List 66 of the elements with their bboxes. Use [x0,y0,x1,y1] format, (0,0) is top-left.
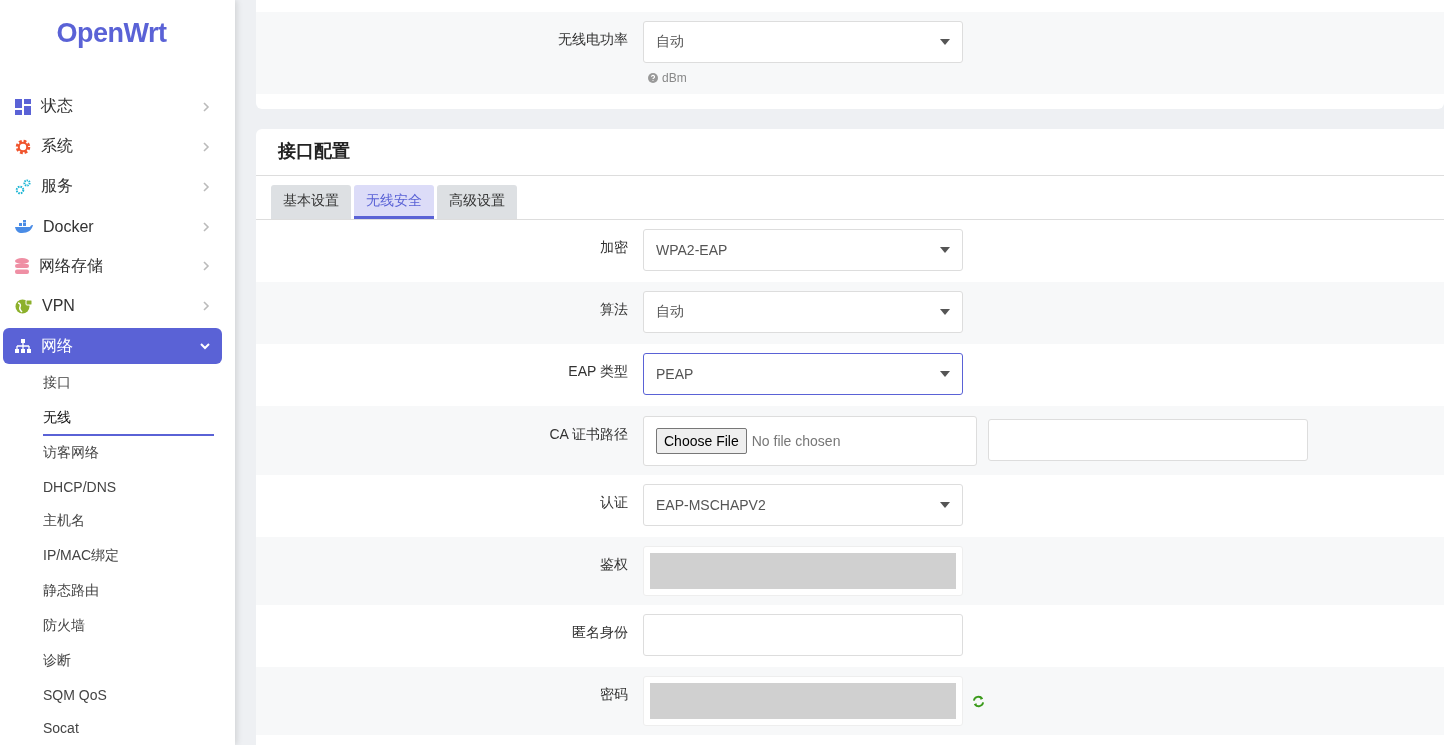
sidebar-item[interactable]: 系统 [3,128,222,165]
password-field[interactable] [643,676,963,726]
dashboard-icon [15,98,31,115]
submenu-item[interactable]: 访客网络 [43,436,214,471]
submenu-item[interactable]: 主机名 [43,504,214,539]
help-icon [648,73,658,83]
globe-lock-icon [15,298,32,315]
caret-icon [940,309,950,315]
field-label: 加密 [599,238,629,257]
submenu-item[interactable]: DHCP/DNS [43,471,214,504]
tab[interactable]: 无线安全 [354,185,434,219]
chevron-down-icon [200,342,210,351]
chevron-right-icon [202,261,210,272]
chevron-right-icon [202,221,210,232]
sidebar-item[interactable]: 网络存储 [3,248,222,285]
choose-file-button[interactable]: Choose File [656,428,747,454]
refresh-icon[interactable] [972,695,985,708]
sidebar-item[interactable]: VPN [3,288,222,325]
tab[interactable]: 高级设置 [437,185,517,219]
select-field[interactable]: 自动 [643,21,963,63]
sidebar-item[interactable]: 状态 [3,89,222,125]
input-field[interactable] [643,546,963,596]
sidebar-item[interactable]: Docker [3,208,222,245]
select-field[interactable]: PEAP [643,353,963,395]
field-label: 无线电功率 [557,30,629,49]
field-label: 鉴权 [599,555,629,574]
file-field[interactable]: Choose File No file chosen [643,416,977,466]
input-field[interactable] [643,614,963,656]
submenu-item[interactable]: 静态路由 [43,574,214,609]
whale-icon [15,219,33,234]
file-status: No file chosen [751,433,841,449]
gears-icon [15,178,31,195]
sidebar-item[interactable]: 网络 [3,328,222,364]
field-label: 密码 [599,685,629,704]
caret-icon [940,371,950,377]
tab[interactable]: 基本设置 [271,185,351,219]
chevron-right-icon [202,301,210,312]
submenu-item[interactable]: SQM QoS [43,679,214,712]
select-field[interactable]: WPA2-EAP [643,229,963,271]
field-label: EAP 类型 [567,362,629,381]
caret-icon [940,39,950,45]
submenu-item[interactable]: IP/MAC绑定 [43,539,214,574]
field-label: 匿名身份 [571,623,629,642]
database-icon [15,258,29,275]
logo[interactable]: OpenWrt [56,18,167,49]
submenu-item[interactable]: 接口 [43,366,214,401]
caret-icon [940,247,950,253]
submenu-item[interactable]: 诊断 [43,644,214,679]
sidebar-item[interactable]: 服务 [3,168,222,205]
gear-icon [15,138,31,155]
field-label: CA 证书路径 [548,425,629,444]
caret-icon [940,502,950,508]
input-field[interactable] [988,419,1308,461]
chevron-right-icon [202,141,210,152]
chevron-right-icon [202,101,210,112]
submenu-item[interactable]: 防火墙 [43,609,214,644]
submenu-item[interactable]: 无线 [43,401,214,436]
field-label: 认证 [599,493,629,512]
submenu-item[interactable]: Socat [43,712,214,745]
help-text: dBm [662,71,687,85]
chevron-right-icon [202,181,210,192]
section-title: 接口配置 [256,129,1444,176]
field-label: 算法 [599,300,629,319]
select-field[interactable]: EAP-MSCHAPV2 [643,484,963,526]
network-icon [15,339,31,354]
select-field[interactable]: 自动 [643,291,963,333]
